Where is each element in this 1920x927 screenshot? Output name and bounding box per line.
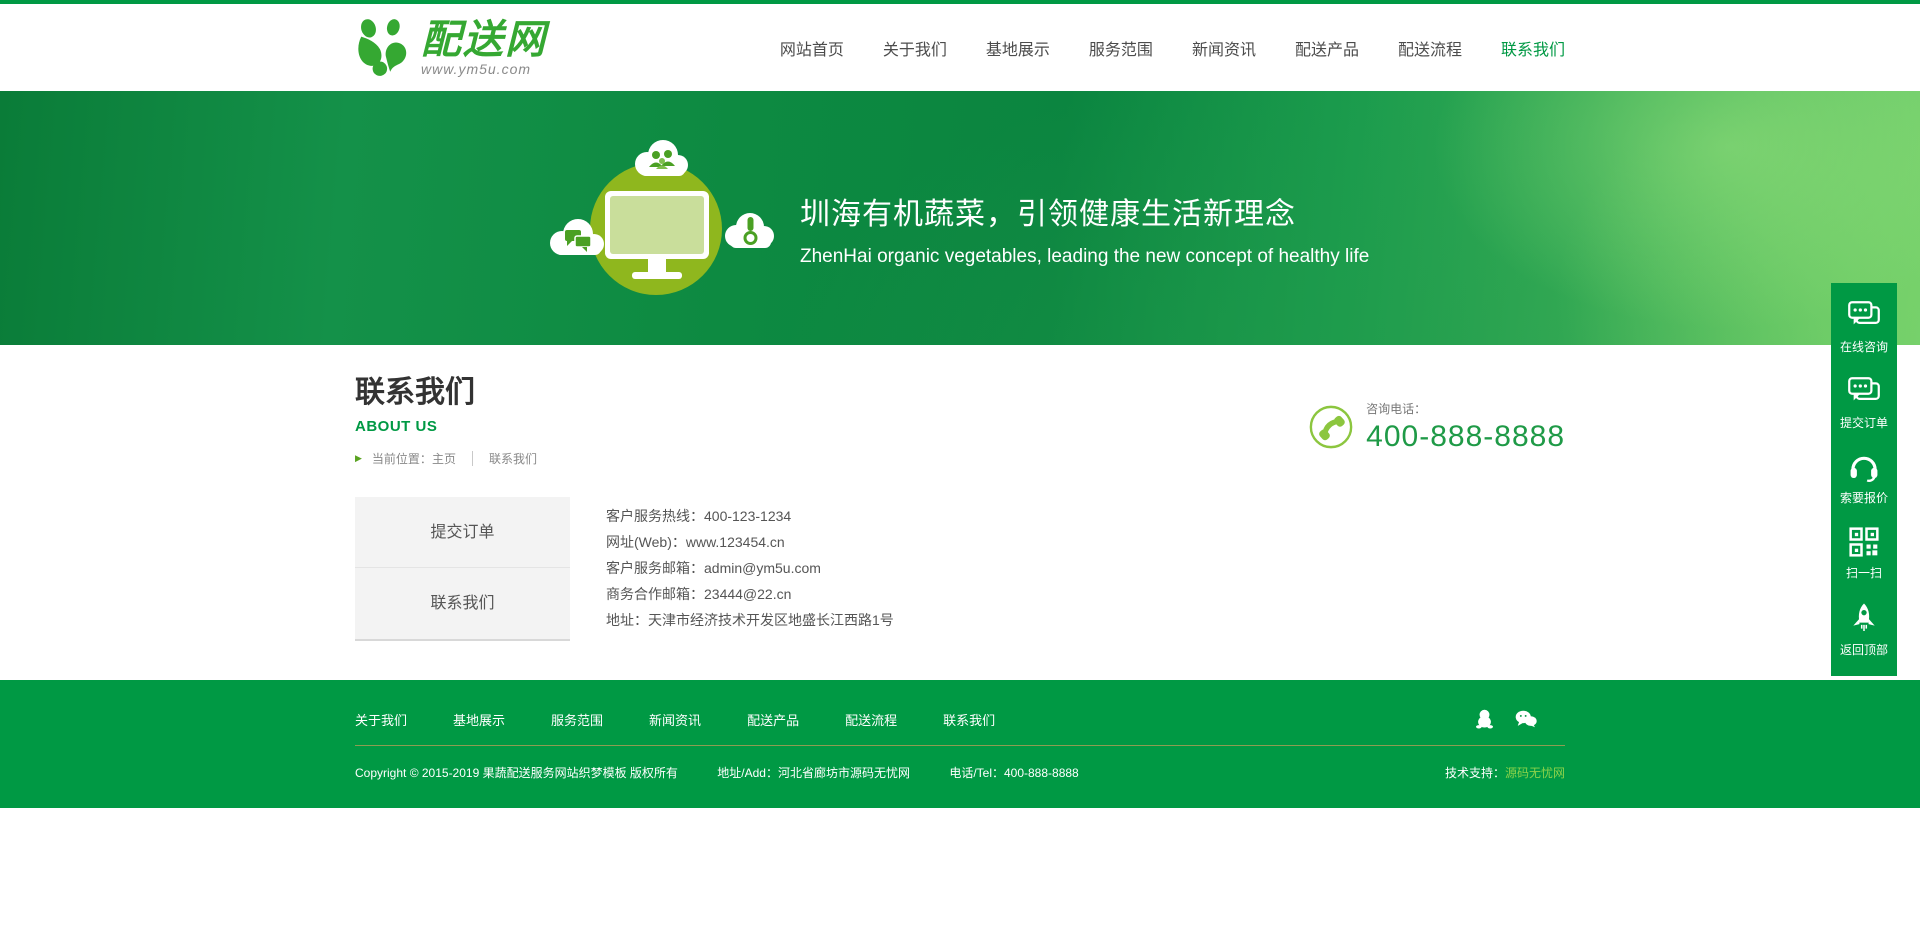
hotline-block: 咨询电话： 400-888-8888 xyxy=(1308,387,1565,467)
breadcrumb-arrow-icon: ▶ xyxy=(355,453,362,464)
breadcrumb-home-link[interactable]: 主页 xyxy=(432,450,456,467)
nav-item-home[interactable]: 网站首页 xyxy=(780,36,844,60)
float-item-scan-qr[interactable]: 扫一扫 xyxy=(1831,516,1897,591)
nav-item-process[interactable]: 配送流程 xyxy=(1398,36,1462,60)
footer-link-service[interactable]: 服务范围 xyxy=(551,710,603,729)
nav-item-news[interactable]: 新闻资讯 xyxy=(1192,36,1256,60)
footer-phone: 电话/Tel：400-888-8888 xyxy=(949,766,1078,780)
hero-subtitle: ZhenHai organic vegetables, leading the … xyxy=(800,246,1369,268)
hotline-number: 400-888-8888 xyxy=(1366,420,1565,454)
float-item-online-consult[interactable]: 在线咨询 xyxy=(1831,289,1897,365)
chat-bubbles-icon xyxy=(1847,300,1881,331)
breadcrumb-current[interactable]: 联系我们 xyxy=(489,450,537,467)
breadcrumb: ▶ 当前位置：主页 联系我们 xyxy=(355,450,537,467)
hotline-label: 咨询电话： xyxy=(1366,400,1565,417)
float-item-submit-order[interactable]: 提交订单 xyxy=(1831,365,1897,441)
hero-title: 圳海有机蔬菜，引领健康生活新理念 xyxy=(800,189,1369,233)
side-menu-item-submit-order[interactable]: 提交订单 xyxy=(355,497,570,568)
nav-item-products[interactable]: 配送产品 xyxy=(1295,36,1359,60)
footer-link-base[interactable]: 基地展示 xyxy=(453,710,505,729)
hero-text: 圳海有机蔬菜，引领健康生活新理念 ZhenHai organic vegetab… xyxy=(800,189,1369,268)
side-menu-item-contact[interactable]: 联系我们 xyxy=(355,568,570,639)
footer-link-news[interactable]: 新闻资讯 xyxy=(649,710,701,729)
footer-copyright-block: Copyright © 2015-2019 果蔬配送服务网站织梦模板 版权所有 … xyxy=(355,764,1115,781)
rocket-icon xyxy=(1850,602,1878,634)
support-label: 技术支持： xyxy=(1445,766,1505,780)
nav-item-base[interactable]: 基地展示 xyxy=(986,36,1050,60)
nav-item-contact[interactable]: 联系我们 xyxy=(1501,36,1565,60)
contact-info: 客户服务热线：400-123-1234 网址(Web)：www.123454.c… xyxy=(606,497,894,641)
cloud-medal-icon xyxy=(721,209,779,260)
breadcrumb-separator xyxy=(472,451,473,466)
hero-banner: 圳海有机蔬菜，引领健康生活新理念 ZhenHai organic vegetab… xyxy=(0,91,1920,345)
float-item-back-to-top[interactable]: 返回顶部 xyxy=(1831,591,1897,668)
float-toolbar: 在线咨询 提交订单 索要报价 扫一扫 xyxy=(1831,283,1897,676)
footer: 关于我们 基地展示 服务范围 新闻资讯 配送产品 配送流程 联系我们 xyxy=(0,680,1920,808)
logo-text: 配送网 xyxy=(421,20,547,60)
footer-link-process[interactable]: 配送流程 xyxy=(845,710,897,729)
main-nav: 网站首页 关于我们 基地展示 服务范围 新闻资讯 配送产品 配送流程 联系我们 xyxy=(780,36,1565,60)
cloud-chat-icon xyxy=(545,215,611,268)
breadcrumb-prefix: 当前位置： xyxy=(372,450,432,467)
copyright-text: Copyright © 2015-2019 果蔬配送服务网站织梦模板 版权所有 xyxy=(355,766,678,780)
contact-line-address: 地址：天津市经济技术开发区地盛长江西路1号 xyxy=(606,607,894,633)
page-subtitle: ABOUT US xyxy=(355,418,537,435)
contact-line-service-email: 客户服务邮箱：admin@ym5u.com xyxy=(606,555,894,581)
main-content: 联系我们 ABOUT US ▶ 当前位置：主页 联系我们 xyxy=(0,345,1920,680)
float-item-request-quote[interactable]: 索要报价 xyxy=(1831,441,1897,516)
monitor-icon xyxy=(605,191,709,279)
header: 配送网 www.ym5u.com 网站首页 关于我们 基地展示 服务范围 新闻资… xyxy=(0,4,1920,91)
page-title: 联系我们 xyxy=(355,367,537,411)
footer-link-about[interactable]: 关于我们 xyxy=(355,710,407,729)
footer-address: 地址/Add：河北省廊坊市源码无忧网 xyxy=(717,766,910,780)
side-menu: 提交订单 联系我们 xyxy=(355,497,570,641)
support-link[interactable]: 源码无忧网 xyxy=(1505,766,1565,780)
footer-link-contact[interactable]: 联系我们 xyxy=(943,710,995,729)
headset-icon xyxy=(1848,452,1880,482)
site-logo[interactable]: 配送网 www.ym5u.com xyxy=(355,18,547,78)
footer-support: 技术支持：源码无忧网 xyxy=(1445,764,1565,781)
footer-links: 关于我们 基地展示 服务范围 新闻资讯 配送产品 配送流程 联系我们 xyxy=(355,680,1565,729)
contact-line-business-email: 商务合作邮箱：23444@22.cn xyxy=(606,581,894,607)
hero-illustration xyxy=(545,137,785,352)
nav-item-about[interactable]: 关于我们 xyxy=(883,36,947,60)
contact-line-website: 网址(Web)：www.123454.cn xyxy=(606,529,894,555)
footer-link-products[interactable]: 配送产品 xyxy=(747,710,799,729)
qq-icon[interactable] xyxy=(1476,709,1493,729)
logo-url: www.ym5u.com xyxy=(421,62,547,76)
contact-line-hotline: 客户服务热线：400-123-1234 xyxy=(606,503,894,529)
phone-icon xyxy=(1308,404,1354,450)
page-title-block: 联系我们 ABOUT US ▶ 当前位置：主页 联系我们 xyxy=(355,367,537,467)
footer-divider xyxy=(355,745,1565,746)
qrcode-icon xyxy=(1849,527,1879,557)
chat-bubbles-icon xyxy=(1847,376,1881,407)
cloud-people-icon xyxy=(630,137,694,188)
wechat-icon[interactable] xyxy=(1515,710,1537,728)
nav-item-service[interactable]: 服务范围 xyxy=(1089,36,1153,60)
paw-logo-icon xyxy=(355,18,413,78)
